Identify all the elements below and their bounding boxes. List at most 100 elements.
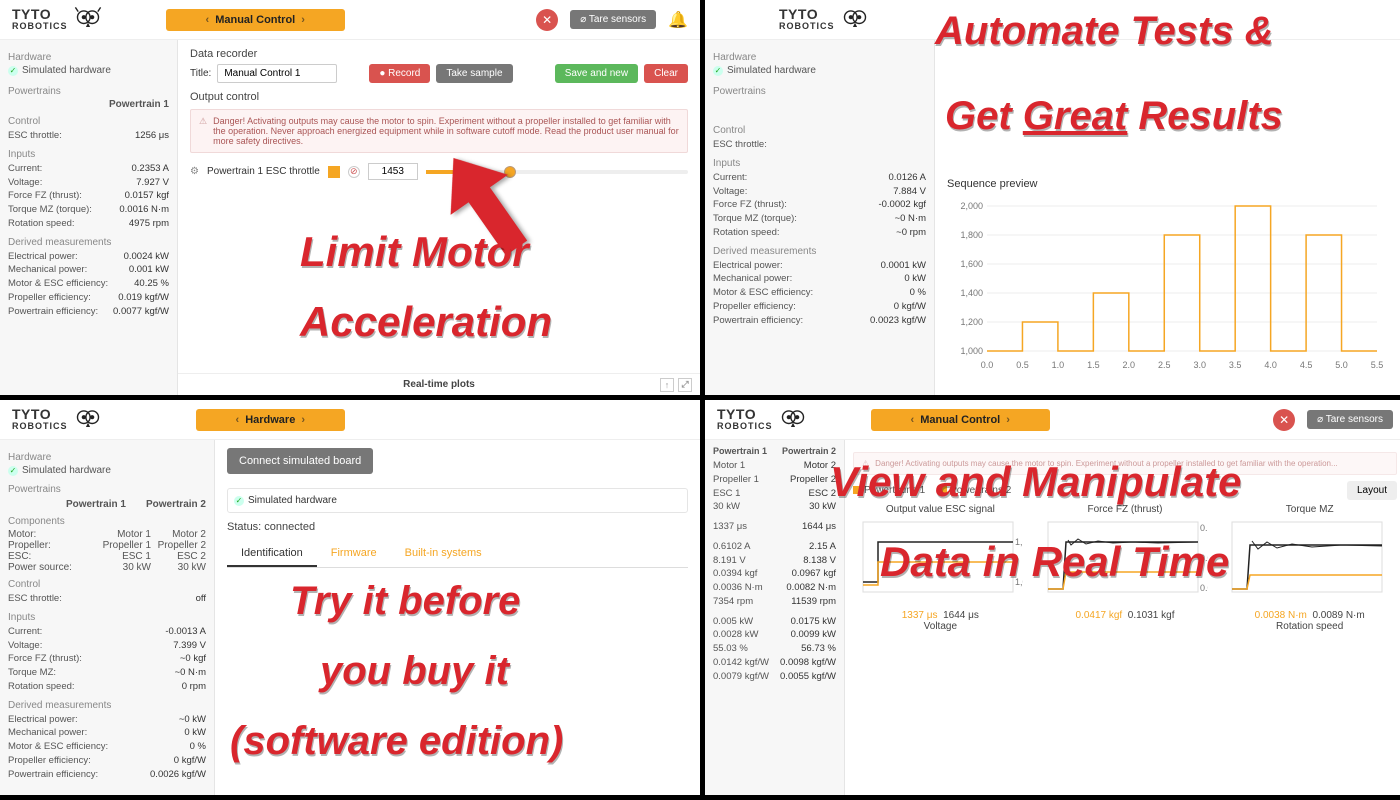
title-input[interactable] [217, 64, 337, 83]
headline-1: View and Manipulate [830, 460, 1242, 504]
v1a: 1337 μs [902, 610, 938, 621]
owl-icon [74, 6, 102, 34]
metric-row: Motor & ESC efficiency:0 % [8, 740, 206, 754]
gear-icon[interactable]: ⚙ [190, 166, 199, 177]
chart-title: Sequence preview [947, 178, 1393, 190]
bottom-bar: Real-time plots ↑ ⤢ [178, 373, 700, 395]
metric-row: Propeller efficiency:0 kgf/W [8, 754, 206, 768]
esc-value: 1256 μs [135, 129, 169, 143]
pt1-head[interactable]: Powertrain 1 [713, 446, 767, 456]
sidebar: Powertrain 1 Powertrain 2 Motor 1Motor 2P… [705, 440, 845, 795]
up-icon[interactable]: ↑ [660, 378, 674, 392]
pt2-tab[interactable]: Powertrain 2 [146, 499, 206, 510]
bell-icon[interactable]: 🔔 [668, 10, 688, 30]
recorder-title: Data recorder [190, 48, 688, 60]
take-sample-button[interactable]: Take sample [436, 64, 512, 83]
status-text: Status: connected [227, 521, 688, 533]
metric-row: 0.0028 kW0.0099 kW [713, 628, 836, 642]
clear-button[interactable]: Clear [644, 64, 688, 83]
svg-text:2.5: 2.5 [1158, 360, 1171, 370]
chart-rotation-title: Rotation speed [1222, 621, 1397, 632]
record-button[interactable]: ● Record [369, 64, 430, 83]
expand-icon[interactable]: ⤢ [678, 378, 692, 392]
brand-sub: ROBOTICS [12, 421, 68, 431]
svg-text:1,000: 1,000 [960, 346, 983, 356]
hw-heading: Hardware [713, 52, 926, 63]
control-heading: Control [713, 125, 926, 136]
cutoff-icon[interactable]: ⊘ [348, 166, 360, 178]
v2a: 0.0417 kgf [1076, 610, 1123, 621]
headline-1: Automate Tests & [935, 10, 1274, 52]
tare-button[interactable]: ⌀ Tare sensors [1307, 410, 1393, 429]
metric-row: Motor 1Motor 2 [713, 459, 836, 473]
connect-button[interactable]: Connect simulated board [227, 448, 373, 474]
save-new-button[interactable]: Save and new [555, 64, 638, 83]
svg-text:3.0: 3.0 [1193, 360, 1206, 370]
metric-row: Torque MZ:~0 N·m [8, 666, 206, 680]
metric-row: 8.191 V8.138 V [713, 554, 836, 568]
danger-warning: ⚠ Danger! Activating outputs may cause t… [190, 109, 688, 153]
tab-identification[interactable]: Identification [227, 541, 317, 567]
metric-row: Current:-0.0013 A [8, 625, 206, 639]
metric-row: Powertrain efficiency:0.0023 kgf/W [713, 314, 926, 328]
component-row: Motor:Motor 1Motor 2 [8, 529, 206, 540]
metric-row: Propeller efficiency:0.019 kgf/W [8, 291, 169, 305]
tab-builtin[interactable]: Built-in systems [391, 541, 496, 567]
metric-row: ESC 1ESC 2 [713, 487, 836, 501]
throttle-input[interactable] [368, 163, 418, 180]
metric-row: 0.0394 kgf0.0967 kgf [713, 567, 836, 581]
brand-name: TYTO [779, 8, 835, 21]
warning-icon: ⚠ [199, 116, 207, 146]
series-color-chip [328, 166, 340, 178]
tab-firmware[interactable]: Firmware [317, 541, 391, 567]
esc-label: ESC throttle: [713, 138, 767, 152]
derived-heading: Derived measurements [8, 700, 206, 711]
mode-label: Manual Control [920, 414, 1000, 426]
pt2-head[interactable]: Powertrain 2 [782, 446, 836, 456]
plots-label[interactable]: Real-time plots [403, 379, 475, 390]
headline-3: (software edition) [230, 720, 563, 762]
layout-button[interactable]: Layout [1347, 481, 1397, 500]
esc-v1: 1337 μs [713, 520, 747, 534]
title-label: Title: [190, 68, 211, 79]
headline-2: Get Great Results [945, 95, 1283, 137]
tare-button[interactable]: ⌀ Tare sensors [570, 10, 656, 29]
mode-pill[interactable]: ‹Manual Control› [871, 409, 1050, 431]
brand-name: TYTO [717, 408, 773, 421]
metric-row: Force FZ (thrust):-0.0002 kgf [713, 198, 926, 212]
svg-text:0.10: 0.10 [1200, 523, 1208, 533]
metric-row: Electrical power:0.0024 kW [8, 250, 169, 264]
pt1-tab[interactable]: Powertrain 1 [66, 499, 126, 510]
esc-label: ESC throttle: [8, 129, 62, 143]
mode-pill[interactable]: ‹Manual Control› [166, 9, 345, 31]
svg-text:1,800: 1,800 [960, 230, 983, 240]
metric-row: Motor & ESC efficiency:40.25 % [8, 277, 169, 291]
brand-sub: ROBOTICS [717, 421, 773, 431]
metric-row: 0.0079 kgf/W0.0055 kgf/W [713, 670, 836, 684]
close-icon[interactable]: ✕ [536, 9, 558, 31]
owl-icon [841, 6, 869, 34]
headline-2: Data in Real Time [880, 540, 1229, 584]
metric-row: Voltage:7.927 V [8, 176, 169, 190]
component-row: Power source:30 kW30 kW [8, 562, 206, 573]
metric-row: Propeller 1Propeller 2 [713, 473, 836, 487]
mode-pill[interactable]: ‹Hardware› [196, 409, 345, 431]
sim-status: Simulated hardware [713, 65, 926, 76]
metric-row: Current:0.2353 A [8, 162, 169, 176]
sidebar: Hardware Simulated hardware Powertrains … [0, 40, 178, 395]
pt1-label[interactable]: Powertrain 1 [8, 99, 169, 110]
svg-text:2.0: 2.0 [1123, 360, 1136, 370]
mode-label: Manual Control [215, 14, 295, 26]
close-icon[interactable]: ✕ [1273, 409, 1295, 431]
pt-heading: Powertrains [713, 86, 926, 97]
chart-torque-title: Torque MZ [1222, 504, 1397, 515]
svg-text:1,200: 1,200 [960, 317, 983, 327]
metric-row: Motor & ESC efficiency:0 % [713, 286, 926, 300]
metric-row: 0.6102 A2.15 A [713, 540, 836, 554]
metric-row: Torque MZ (torque):0.0016 N·m [8, 203, 169, 217]
v3b: 0.0089 N·m [1312, 610, 1364, 621]
metric-row: 0.0036 N·m0.0082 N·m [713, 581, 836, 595]
brand-logo: TYTOROBOTICS [717, 406, 807, 434]
brand-name: TYTO [12, 408, 68, 421]
component-row: Propeller:Propeller 1Propeller 2 [8, 540, 206, 551]
